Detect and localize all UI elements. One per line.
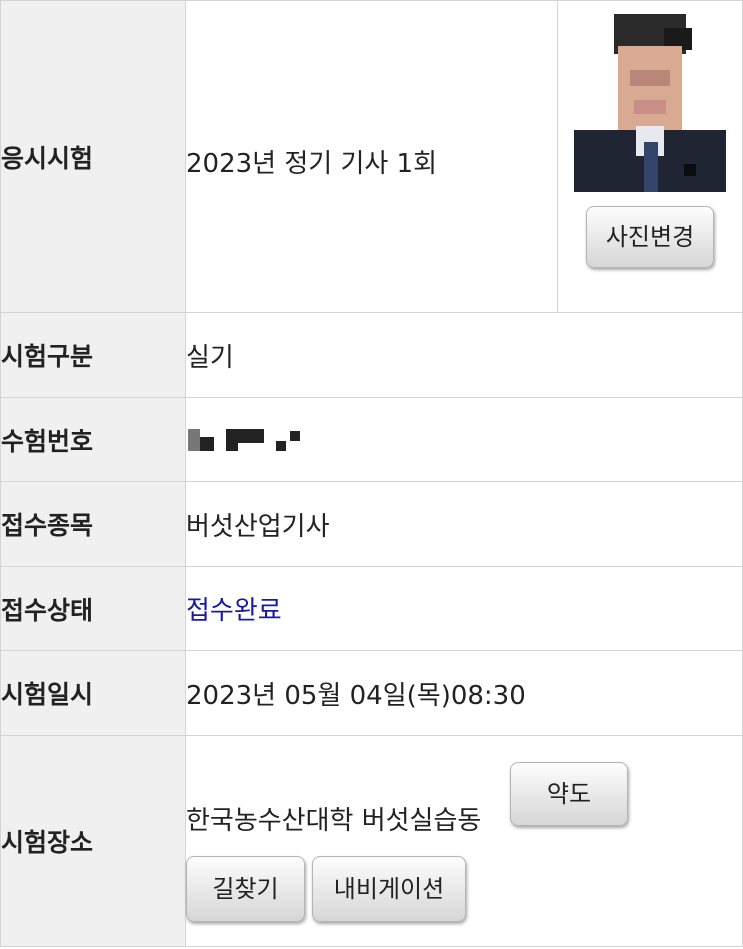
photo-change-button[interactable]: 사진변경	[586, 206, 714, 268]
exam-number-redacted	[186, 427, 742, 453]
value-category: 버섯산업기사	[185, 481, 743, 567]
value-exam: 2023년 정기 기사 1회	[185, 0, 558, 313]
label-exam-type: 시험구분	[0, 312, 186, 398]
row-location: 시험장소 한국농수산대학 버섯실습동 약도 길찾기 내비게이션	[0, 735, 743, 947]
row-datetime: 시험일시 2023년 05월 04일(목)08:30	[0, 650, 743, 736]
label-exam-number: 수험번호	[0, 397, 186, 482]
navigation-button[interactable]: 내비게이션	[312, 856, 466, 922]
row-status: 접수상태 접수완료	[0, 566, 743, 651]
value-status: 접수완료	[185, 566, 743, 651]
label-datetime: 시험일시	[0, 650, 186, 736]
map-button[interactable]: 약도	[510, 762, 628, 826]
label-category: 접수종목	[0, 481, 186, 567]
value-exam-number	[185, 397, 743, 482]
label-exam: 응시시험	[0, 0, 186, 313]
photo-cell: 사진변경	[557, 0, 743, 313]
row-exam: 응시시험 2023년 정기 기사 1회 사진변경	[0, 0, 743, 313]
applicant-photo-image	[574, 14, 726, 192]
label-status: 접수상태	[0, 566, 186, 651]
row-category: 접수종목 버섯산업기사	[0, 481, 743, 567]
row-exam-number: 수험번호	[0, 397, 743, 482]
exam-info-table: 응시시험 2023년 정기 기사 1회 사진변경 시험구분 실기 수험번호 접수…	[0, 0, 743, 947]
directions-button[interactable]: 길찾기	[186, 856, 305, 922]
applicant-photo	[574, 14, 726, 192]
row-exam-type: 시험구분 실기	[0, 312, 743, 398]
label-location: 시험장소	[0, 735, 186, 947]
value-datetime: 2023년 05월 04일(목)08:30	[185, 650, 743, 736]
value-location: 한국농수산대학 버섯실습동 약도 길찾기 내비게이션	[185, 735, 743, 947]
location-name: 한국농수산대학 버섯실습동	[186, 806, 482, 836]
value-exam-type: 실기	[185, 312, 743, 398]
